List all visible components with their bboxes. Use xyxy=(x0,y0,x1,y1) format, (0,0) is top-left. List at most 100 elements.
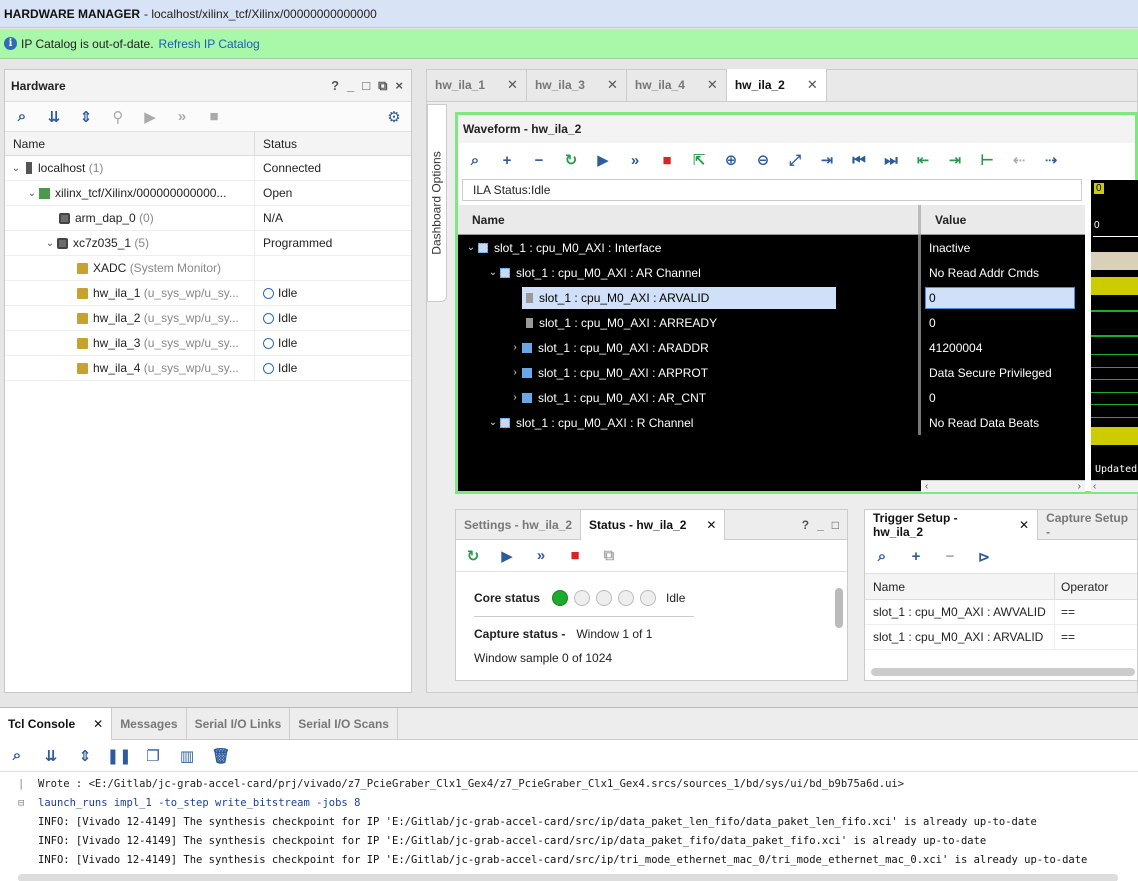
close-icon[interactable]: ✕ xyxy=(93,717,103,731)
previous-transition-icon[interactable]: ⇤ xyxy=(914,151,932,169)
tab-hw-ila-3[interactable]: hw_ila_3 ✕ xyxy=(527,69,627,101)
tree-row-hw-ila-4[interactable]: hw_ila_4 (u_sys_wp/u_sy... Idle xyxy=(5,356,411,381)
tab-status[interactable]: Status - hw_ila_2 ✕ xyxy=(581,509,726,540)
tab-settings[interactable]: Settings - hw_ila_2 xyxy=(456,509,582,540)
tab-capture-setup[interactable]: Capture Setup - xyxy=(1038,510,1137,540)
auto-retrigger-icon[interactable]: ↻ xyxy=(464,547,482,565)
tab-tcl-console[interactable]: Tcl Console ✕ xyxy=(0,707,113,740)
signal-row-r-channel[interactable]: ⌄ slot_1 : cpu_M0_AXI : R Channel No Read… xyxy=(458,410,1085,435)
trigger-operator[interactable]: == xyxy=(1055,605,1075,619)
signal-row-arvalid[interactable]: slot_1 : cpu_M0_AXI : ARVALID 0 xyxy=(458,285,1085,310)
go-to-cursor-icon[interactable]: ⇥ xyxy=(818,151,836,169)
refresh-ip-catalog-link[interactable]: Refresh IP Catalog xyxy=(159,37,260,51)
stop-trigger-icon[interactable]: ■ xyxy=(566,547,584,565)
chevron-down-icon[interactable]: ⌄ xyxy=(25,188,39,199)
tab-serial-io-scans[interactable]: Serial I/O Scans xyxy=(290,707,398,740)
run-trigger-immediate-icon[interactable]: » xyxy=(173,108,191,126)
tab-hw-ila-4[interactable]: hw_ila_4 ✕ xyxy=(627,69,727,101)
minimize-icon[interactable]: _ xyxy=(817,518,824,532)
maximize-icon[interactable]: □ xyxy=(362,78,370,94)
next-marker-icon[interactable]: ⇢ xyxy=(1042,151,1060,169)
tab-trigger-setup[interactable]: Trigger Setup - hw_ila_2 ✕ xyxy=(865,509,1039,540)
tab-serial-io-links[interactable]: Serial I/O Links xyxy=(187,707,291,740)
chevron-down-icon[interactable]: ⌄ xyxy=(9,163,23,174)
zoom-fit-icon[interactable]: ⤢ xyxy=(786,151,804,169)
stop-icon[interactable]: ■ xyxy=(205,108,223,126)
run-trigger-immediate-icon[interactable]: » xyxy=(626,151,644,169)
expand-all-icon[interactable]: ⇕ xyxy=(76,747,94,765)
help-icon[interactable]: ? xyxy=(331,78,339,94)
collapse-marker-icon[interactable]: ⊟ xyxy=(18,797,30,809)
waveform-canvas[interactable]: 0 0 xyxy=(1091,180,1138,491)
signal-row-interface[interactable]: ⌄ slot_1 : cpu_M0_AXI : Interface Inactiv… xyxy=(458,235,1085,260)
column-header-value[interactable]: Value xyxy=(921,205,1085,234)
trigger-scrollbar[interactable] xyxy=(871,668,1135,676)
tree-row-device[interactable]: ⌄ xc7z035_1 (5) Programmed xyxy=(5,231,411,256)
close-icon[interactable]: ✕ xyxy=(507,77,518,93)
float-icon[interactable]: ⧉ xyxy=(378,78,387,94)
close-icon[interactable]: ✕ xyxy=(707,77,718,93)
chevron-right-icon[interactable]: › xyxy=(508,367,522,378)
close-icon[interactable]: ✕ xyxy=(807,77,818,93)
signal-row-ar-cnt[interactable]: › slot_1 : cpu_M0_AXI : AR_CNT 0 xyxy=(458,385,1085,410)
search-icon[interactable]: ⌕ xyxy=(13,108,31,126)
run-trigger-icon[interactable]: ▶ xyxy=(141,108,159,126)
zoom-in-icon[interactable]: ⊕ xyxy=(722,151,740,169)
minimize-icon[interactable]: _ xyxy=(347,78,354,94)
run-trigger-immediate-icon[interactable]: » xyxy=(532,547,550,565)
add-probe-icon[interactable]: + xyxy=(498,151,516,169)
remove-icon[interactable]: − xyxy=(530,151,548,169)
close-icon[interactable]: × xyxy=(395,78,403,94)
column-header-name[interactable]: Name xyxy=(458,205,921,234)
signal-row-arready[interactable]: slot_1 : cpu_M0_AXI : ARREADY 0 xyxy=(458,310,1085,335)
tree-row-target[interactable]: ⌄ xilinx_tcf/Xilinx/000000000000... Open xyxy=(5,181,411,206)
tree-row-localhost[interactable]: ⌄ localhost (1) Connected xyxy=(5,156,411,181)
hierarchy-icon[interactable]: ⧉ xyxy=(600,547,618,565)
signal-row-araddr[interactable]: › slot_1 : cpu_M0_AXI : ARADDR 41200004 xyxy=(458,335,1085,360)
value-column-scrollbar[interactable]: ‹ › xyxy=(921,480,1085,492)
tab-hw-ila-1[interactable]: hw_ila_1 ✕ xyxy=(427,69,527,101)
chevron-right-icon[interactable]: › xyxy=(1078,481,1081,492)
collapse-all-icon[interactable]: ⇊ xyxy=(45,108,63,126)
tree-row-arm-dap[interactable]: arm_dap_0 (0) N/A xyxy=(5,206,411,231)
signal-row-arprot[interactable]: › slot_1 : cpu_M0_AXI : ARPROT Data Secur… xyxy=(458,360,1085,385)
tab-messages[interactable]: Messages xyxy=(112,707,187,740)
column-header-name[interactable]: Name xyxy=(865,574,1055,599)
chevron-down-icon[interactable]: ⌄ xyxy=(43,238,57,249)
console-scrollbar[interactable] xyxy=(18,874,1118,881)
chevron-left-icon[interactable]: ‹ xyxy=(1093,481,1096,492)
stop-trigger-icon[interactable]: ■ xyxy=(658,151,676,169)
trigger-condition-icon[interactable]: ⊳ xyxy=(975,548,993,566)
copy-icon[interactable]: ❐ xyxy=(144,747,162,765)
close-icon[interactable]: ✕ xyxy=(706,518,716,532)
trigger-row[interactable]: slot_1 : cpu_M0_AXI : AWVALID == xyxy=(865,600,1137,625)
signal-row-ar-channel[interactable]: ⌄ slot_1 : cpu_M0_AXI : AR Channel No Rea… xyxy=(458,260,1085,285)
collapse-all-icon[interactable]: ⇊ xyxy=(42,747,60,765)
previous-marker-icon[interactable]: ⇠ xyxy=(1010,151,1028,169)
close-icon[interactable]: ✕ xyxy=(1019,518,1029,532)
chevron-right-icon[interactable]: › xyxy=(508,342,522,353)
column-header-name[interactable]: Name xyxy=(5,132,255,155)
run-trigger-icon[interactable]: ▶ xyxy=(498,547,516,565)
tree-row-hw-ila-3[interactable]: hw_ila_3 (u_sys_wp/u_sy... Idle xyxy=(5,331,411,356)
chevron-right-icon[interactable]: › xyxy=(508,392,522,403)
next-transition-icon[interactable]: ⇥ xyxy=(946,151,964,169)
tree-row-hw-ila-2[interactable]: hw_ila_2 (u_sys_wp/u_sy... Idle xyxy=(5,306,411,331)
search-icon[interactable]: ⌕ xyxy=(873,548,891,566)
close-icon[interactable]: ✕ xyxy=(607,77,618,93)
auto-retrigger-icon[interactable]: ↻ xyxy=(562,151,580,169)
search-icon[interactable]: ⌕ xyxy=(466,151,484,169)
export-icon[interactable]: ⇱ xyxy=(690,151,708,169)
search-icon[interactable]: ⌕ xyxy=(8,747,26,765)
tab-hw-ila-2[interactable]: hw_ila_2 ✕ xyxy=(726,69,827,101)
run-trigger-icon[interactable]: ▶ xyxy=(594,151,612,169)
add-probe-icon[interactable]: + xyxy=(907,548,925,566)
waveform-scrollbar[interactable]: ‹ xyxy=(1091,480,1138,492)
show-columns-icon[interactable]: ▥ xyxy=(178,747,196,765)
dashboard-options-tab[interactable]: Dashboard Options xyxy=(427,104,447,302)
console-output[interactable]: | Wrote : <E:/Gitlab/jc-grab-accel-card/p… xyxy=(0,772,1138,869)
pause-icon[interactable]: ❚❚ xyxy=(106,747,131,765)
tree-row-hw-ila-1[interactable]: hw_ila_1 (u_sys_wp/u_sy... Idle xyxy=(5,281,411,306)
trigger-row[interactable]: slot_1 : cpu_M0_AXI : ARVALID == xyxy=(865,625,1137,650)
auto-connect-icon[interactable]: ⚲ xyxy=(109,108,127,126)
